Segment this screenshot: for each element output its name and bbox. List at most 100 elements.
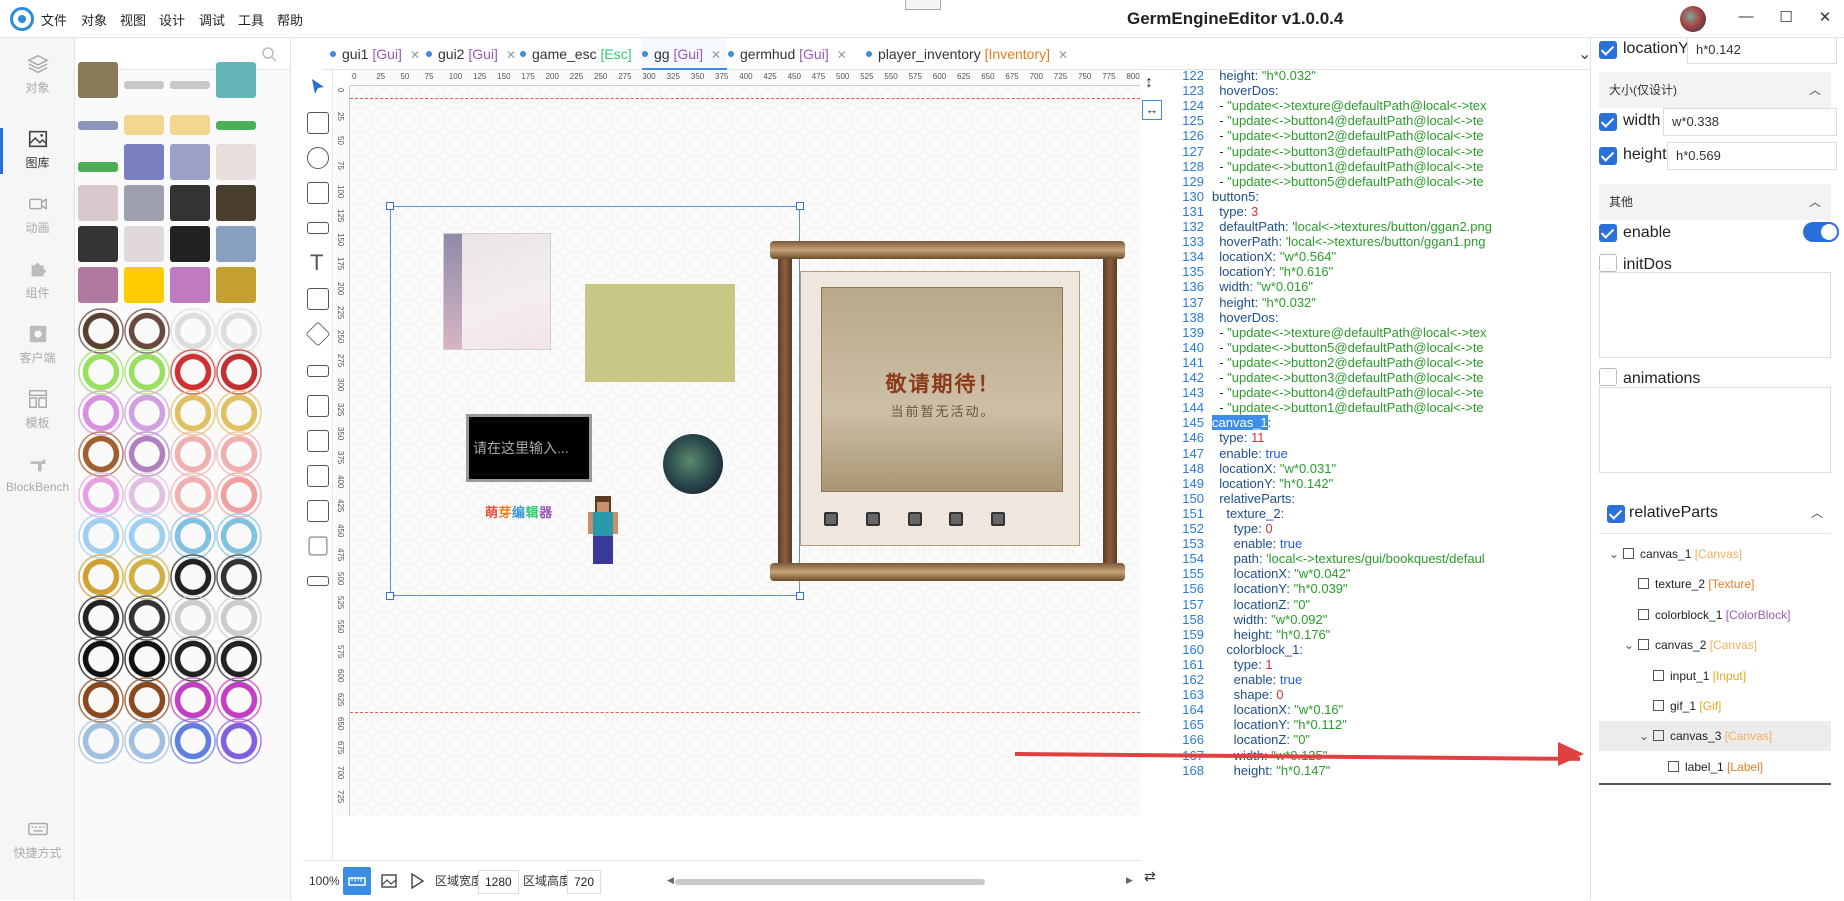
asset-thumbnail[interactable] [78, 349, 124, 395]
entity-tool-icon[interactable] [308, 536, 328, 556]
rectangle-tool-icon[interactable] [307, 288, 329, 310]
asset-thumbnail[interactable] [78, 636, 124, 682]
tree-node-texture-2[interactable]: texture_2 [Texture] [1599, 569, 1831, 599]
tree-node-canvas-2[interactable]: ⌄ canvas_2 [Canvas] [1599, 630, 1831, 660]
input-tool-icon[interactable] [307, 365, 329, 377]
asset-thumbnail[interactable] [216, 636, 262, 682]
asset-thumbnail[interactable] [78, 472, 124, 518]
tab-gui2[interactable]: gui2 [Gui] ✕ [426, 38, 516, 70]
search-icon[interactable] [261, 46, 277, 62]
grid-tool-icon[interactable] [307, 500, 329, 522]
width-input[interactable]: w*0.338 [1663, 108, 1837, 136]
asset-thumbnail[interactable] [170, 185, 210, 221]
button-tool-icon[interactable] [307, 222, 329, 234]
menu-design[interactable]: 设计 [159, 10, 185, 29]
enable-toggle[interactable] [1803, 222, 1839, 242]
asset-thumbnail[interactable] [170, 308, 216, 354]
asset-thumbnail[interactable] [124, 349, 170, 395]
text-tool-icon[interactable]: T [310, 250, 323, 276]
asset-thumbnail[interactable] [216, 144, 256, 180]
scroll-tab-button[interactable] [824, 512, 838, 526]
animations-checkbox[interactable] [1599, 368, 1617, 386]
code-line[interactable]: 168 height: "h*0.147" [1164, 762, 1330, 780]
scroll-tab-button[interactable] [949, 512, 963, 526]
nav-item-animation[interactable]: 动画 [0, 183, 75, 253]
asset-thumbnail[interactable] [216, 308, 262, 354]
tree-node-gif-1[interactable]: gif_1 [Gif] [1599, 691, 1831, 721]
asset-thumbnail[interactable] [124, 267, 164, 303]
selection-box[interactable] [386, 202, 804, 600]
tree-node-label-1[interactable]: label_1 [Label] [1599, 752, 1831, 782]
asset-thumbnail[interactable] [216, 62, 256, 98]
gif-tool-icon[interactable] [307, 182, 329, 204]
asset-thumbnail[interactable] [216, 390, 262, 436]
slider-tool-icon[interactable] [307, 395, 329, 417]
relativeParts-checkbox[interactable] [1607, 505, 1625, 523]
tree-node-entity-1[interactable]: entity_1 [Entity] [1599, 782, 1831, 783]
height-input[interactable]: h*0.569 [1667, 142, 1837, 170]
width-checkbox[interactable] [1599, 113, 1617, 131]
asset-thumbnail[interactable] [170, 431, 216, 477]
asset-thumbnail[interactable] [170, 81, 210, 89]
avatar[interactable] [1680, 6, 1706, 32]
initDos-textarea[interactable] [1599, 272, 1831, 358]
resize-handle[interactable] [796, 592, 804, 600]
asset-thumbnail[interactable] [124, 718, 170, 764]
scroll-right-icon[interactable]: ▶ [1126, 875, 1133, 886]
asset-thumbnail[interactable] [78, 308, 124, 354]
close-icon[interactable]: ✕ [837, 48, 847, 62]
design-canvas[interactable]: 请在这里输入... 萌芽编辑器 敬请期待！ 当前暂无活动。 [350, 86, 1140, 816]
asset-thumbnail[interactable] [124, 390, 170, 436]
scroll-panel[interactable]: 敬请期待！ 当前暂无活动。 [770, 241, 1125, 581]
nav-item-blockbench[interactable]: BlockBench [0, 443, 75, 513]
tab-player-inventory[interactable]: player_inventory [Inventory] ✕ [866, 38, 1068, 70]
nav-item-templates[interactable]: 模板 [0, 378, 75, 448]
asset-thumbnail[interactable] [216, 349, 262, 395]
asset-thumbnail[interactable] [170, 349, 216, 395]
asset-thumbnail[interactable] [216, 513, 262, 559]
chevron-down-icon[interactable]: ⌄ [1609, 539, 1623, 569]
scroll-left-icon[interactable]: ◀ [667, 875, 674, 886]
asset-thumbnail[interactable] [170, 226, 210, 262]
zoom-level[interactable]: 100% [309, 861, 340, 901]
asset-thumbnail[interactable] [78, 513, 124, 559]
menu-file[interactable]: 文件 [41, 10, 67, 29]
size-section-header[interactable]: 大小(仅设计) ︿ [1599, 72, 1831, 108]
tab-game-esc[interactable]: game_esc [Esc]✕ [520, 38, 650, 70]
tree-node-canvas-3[interactable]: ⌄ canvas_3 [Canvas] [1599, 721, 1831, 752]
asset-thumbnail[interactable] [78, 431, 124, 477]
asset-thumbnail[interactable] [78, 226, 118, 262]
enable-checkbox[interactable] [1599, 224, 1617, 242]
horizontal-resize-icon[interactable]: ↔ [1142, 100, 1162, 120]
resize-handle[interactable] [386, 592, 394, 600]
minimize-button[interactable]: — [1734, 8, 1758, 30]
close-window-button[interactable]: ✕ [1813, 8, 1837, 30]
asset-thumbnail[interactable] [216, 185, 256, 221]
menu-tools[interactable]: 工具 [238, 10, 264, 29]
asset-thumbnail[interactable] [78, 121, 118, 130]
nav-item-shortcuts[interactable]: 快捷方式 [0, 808, 75, 878]
other-section-header[interactable]: 其他 ︿ [1599, 184, 1831, 220]
height-checkbox[interactable] [1599, 147, 1617, 165]
nav-item-client[interactable]: 客户端 [0, 313, 75, 383]
image-tool-icon[interactable] [307, 112, 329, 134]
checkbox-tool-icon[interactable] [307, 465, 329, 487]
maximize-button[interactable]: ☐ [1774, 8, 1798, 30]
asset-thumbnail[interactable] [78, 595, 124, 641]
pointer-icon[interactable] [307, 76, 329, 98]
asset-thumbnail[interactable] [216, 121, 256, 130]
asset-thumbnail[interactable] [216, 718, 262, 764]
asset-thumbnail[interactable] [170, 677, 216, 723]
scroll-tab-button[interactable] [991, 512, 1005, 526]
asset-thumbnail[interactable] [170, 554, 216, 600]
menu-debug[interactable]: 调试 [199, 10, 225, 29]
asset-thumbnail[interactable] [216, 267, 256, 303]
asset-thumbnail[interactable] [170, 513, 216, 559]
asset-thumbnail[interactable] [124, 144, 164, 180]
asset-thumbnail[interactable] [216, 431, 262, 477]
palette-tool-icon[interactable] [307, 147, 329, 169]
chevron-up-icon[interactable]: ︿ [1811, 504, 1823, 521]
asset-thumbnail[interactable] [124, 431, 170, 477]
vertical-resize-icon[interactable]: ↕ [1145, 74, 1153, 92]
bag-tool-icon[interactable] [307, 430, 329, 452]
